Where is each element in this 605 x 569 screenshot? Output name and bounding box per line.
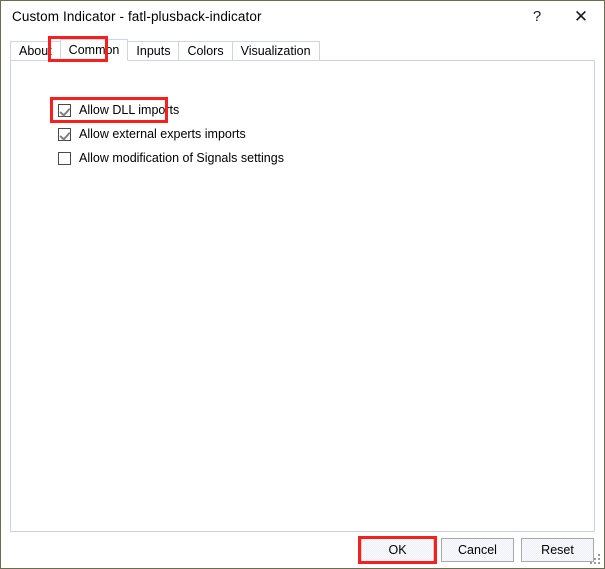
tab-label: Inputs (136, 44, 171, 58)
checkbox-row-allow-modification-of-signals-settings[interactable]: Allow modification of Signals settings (58, 151, 284, 165)
tab-label: Common (68, 43, 120, 57)
tab-label: Visualization (240, 44, 311, 58)
tab-label: Colors (187, 44, 224, 58)
cancel-button-label: Cancel (458, 543, 497, 557)
tab-content-panel: Allow DLL imports Allow external experts… (10, 60, 595, 532)
checkbox-allow-dll-imports[interactable] (58, 103, 71, 117)
checkbox-allow-external-experts-imports[interactable] (58, 127, 71, 141)
reset-button-label: Reset (541, 543, 574, 557)
title-bar: Custom Indicator - fatl-plusback-indicat… (1, 1, 604, 34)
tab-about[interactable]: About (10, 41, 61, 61)
checkbox-label: Allow external experts imports (79, 127, 246, 141)
tab-inputs[interactable]: Inputs (127, 41, 180, 61)
cancel-button[interactable]: Cancel (441, 538, 514, 562)
question-mark-icon: ? (532, 8, 542, 25)
close-button[interactable]: ✕ (564, 1, 598, 32)
checkbox-row-allow-external-experts-imports[interactable]: Allow external experts imports (58, 127, 246, 141)
checkbox-label: Allow modification of Signals settings (79, 151, 284, 165)
checkbox-label: Allow DLL imports (79, 103, 180, 117)
resize-grip[interactable] (589, 553, 601, 565)
tab-common[interactable]: Common (59, 39, 129, 61)
tab-strip: About Common Inputs Colors Visualization (10, 39, 320, 61)
ok-button-label: OK (388, 543, 407, 557)
help-button[interactable]: ? (520, 1, 554, 32)
tab-colors[interactable]: Colors (178, 41, 233, 61)
tab-visualization[interactable]: Visualization (231, 41, 320, 61)
close-icon: ✕ (573, 7, 589, 26)
checkbox-row-allow-dll-imports[interactable]: Allow DLL imports (58, 103, 179, 117)
reset-button[interactable]: Reset (521, 538, 594, 562)
ok-button[interactable]: OK (361, 538, 434, 562)
tab-label: About (19, 44, 52, 58)
custom-indicator-dialog: Custom Indicator - fatl-plusback-indicat… (0, 0, 605, 569)
checkbox-allow-modification-of-signals-settings[interactable] (58, 151, 71, 165)
window-title: Custom Indicator - fatl-plusback-indicat… (12, 9, 262, 24)
